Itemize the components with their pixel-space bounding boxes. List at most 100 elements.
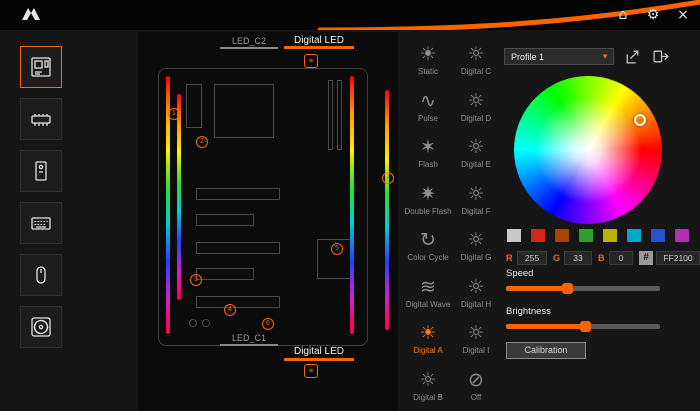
led-zone-marker[interactable]: 3	[190, 274, 202, 286]
red-label: R	[506, 253, 514, 263]
mode-digital-d[interactable]: ☼Digital D	[452, 83, 500, 130]
digital-led-top-connector-icon[interactable]: ✳	[304, 54, 318, 68]
brightness-slider-handle[interactable]	[580, 321, 591, 332]
mode-digital-b[interactable]: ☼Digital B	[404, 362, 452, 409]
brightness-slider-track[interactable]	[506, 324, 660, 329]
brightness-slider[interactable]	[506, 321, 660, 332]
pcie-slot	[196, 214, 254, 226]
board-dot	[202, 319, 210, 327]
brightness-slider-fill	[506, 324, 586, 329]
mode-off[interactable]: ⊘Off	[452, 362, 500, 409]
color-swatch[interactable]	[578, 228, 594, 243]
led-c2-underline	[220, 47, 278, 49]
mode-digital-e[interactable]: ☼Digital E	[452, 129, 500, 176]
digital-led-top-underline	[284, 46, 354, 49]
color-swatch[interactable]	[602, 228, 618, 243]
digital-led-top-label[interactable]: Digital LED	[286, 35, 352, 46]
led-strip-right-inner	[350, 76, 354, 334]
mode-flash[interactable]: ✶Flash	[404, 129, 452, 176]
device-sidebar	[20, 46, 62, 358]
board-dot	[189, 319, 197, 327]
led-zone-marker[interactable]: 1	[168, 108, 180, 120]
green-value-field[interactable]: 33	[564, 251, 592, 265]
off-mode-icon: ⊘	[468, 368, 484, 392]
mode-digital-wave[interactable]: ≋Digital Wave	[404, 269, 452, 316]
color-control-panel: Profile 1 ▼ R 255	[504, 0, 700, 411]
static-mode-icon: ☀	[419, 42, 436, 66]
sidebar-item-memory[interactable]	[20, 98, 62, 140]
mode-digital-a[interactable]: ☀Digital A	[404, 315, 452, 362]
led-c2-header-label[interactable]: LED_C2	[223, 36, 275, 46]
profile-dropdown[interactable]: Profile 1 ▼	[504, 48, 614, 65]
digital-a-mode-icon: ☀	[419, 321, 436, 345]
mouse-icon	[30, 264, 52, 286]
led-strip-left-inner	[177, 94, 181, 300]
mode-digital-c[interactable]: ☼Digital C	[452, 36, 500, 83]
sidebar-item-cooler[interactable]	[20, 306, 62, 348]
led-zone-marker[interactable]: 5	[331, 243, 343, 255]
color-swatch[interactable]	[554, 228, 570, 243]
speed-slider-handle[interactable]	[562, 283, 573, 294]
hex-value-field[interactable]: FF2100	[656, 251, 700, 265]
keyboard-icon	[30, 212, 52, 234]
brightness-label: Brightness	[506, 306, 551, 317]
color-wheel-selector[interactable]	[634, 114, 646, 126]
export-profile-button[interactable]	[652, 48, 669, 65]
mode-digital-f[interactable]: ☼Digital F	[452, 176, 500, 223]
blue-value-field[interactable]: 0	[609, 251, 633, 265]
digital-wave-mode-icon: ≋	[420, 275, 436, 299]
digital-d-mode-icon: ☼	[467, 89, 484, 113]
mode-pulse[interactable]: ∿Pulse	[404, 83, 452, 130]
led-strip-right-outer	[385, 90, 389, 330]
brand-logo	[20, 5, 42, 28]
led-zone-marker[interactable]: 7	[382, 172, 394, 184]
red-value-field[interactable]: 255	[517, 251, 547, 265]
digital-h-mode-icon: ☼	[467, 275, 484, 299]
speed-label: Speed	[506, 268, 533, 279]
led-zone-marker[interactable]: 6	[262, 318, 274, 330]
mode-static[interactable]: ☀Static	[404, 36, 452, 83]
chevron-down-icon: ▼	[601, 52, 613, 61]
pcie-slot	[196, 242, 280, 254]
calibration-button[interactable]: Calibration	[506, 342, 586, 359]
color-cycle-mode-icon: ↻	[420, 228, 436, 252]
color-swatch[interactable]	[674, 228, 690, 243]
profile-dropdown-value: Profile 1	[505, 52, 601, 62]
color-swatch[interactable]	[650, 228, 666, 243]
digital-led-bottom-label[interactable]: Digital LED	[286, 346, 352, 357]
pc-case-icon	[30, 160, 52, 182]
motherboard-icon	[30, 56, 52, 78]
mode-digital-h[interactable]: ☼Digital H	[452, 269, 500, 316]
mode-color-cycle[interactable]: ↻Color Cycle	[404, 222, 452, 269]
digital-led-bottom-connector-icon[interactable]: ✳	[304, 364, 318, 378]
hex-hash-icon: #	[639, 251, 653, 265]
sidebar-item-motherboard[interactable]	[20, 46, 62, 88]
color-wheel[interactable]	[514, 76, 662, 224]
sidebar-item-mouse[interactable]	[20, 254, 62, 296]
led-zone-marker[interactable]: 2	[196, 136, 208, 148]
mode-digital-g[interactable]: ☼Digital G	[452, 222, 500, 269]
led-zone-marker[interactable]: 4	[224, 304, 236, 316]
color-swatch[interactable]	[530, 228, 546, 243]
rgb-lighting-app: ⌂ ⚙ ×	[0, 0, 700, 411]
rgb-value-row: R 255 G 33 B 0 # FF2100	[506, 251, 700, 265]
import-profile-button[interactable]	[624, 48, 641, 65]
sidebar-item-pc-case[interactable]	[20, 150, 62, 192]
digital-g-mode-icon: ☼	[467, 228, 484, 252]
sidebar-item-keyboard[interactable]	[20, 202, 62, 244]
speed-slider-fill	[506, 286, 568, 291]
preset-color-swatches	[506, 228, 698, 243]
color-swatch[interactable]	[626, 228, 642, 243]
memory-icon	[30, 108, 52, 130]
mode-digital-i[interactable]: ☼Digital I	[452, 315, 500, 362]
led-c1-header-label[interactable]: LED_C1	[223, 333, 275, 343]
fan-icon	[30, 316, 52, 338]
io-slot	[186, 84, 202, 128]
mode-double-flash[interactable]: ✷Double Flash	[404, 176, 452, 223]
pcie-slot	[196, 296, 280, 308]
lighting-mode-grid: ☀Static ☼Digital C ∿Pulse ☼Digital D ✶Fl…	[404, 36, 500, 408]
speed-slider-track[interactable]	[506, 286, 660, 291]
speed-slider[interactable]	[506, 283, 660, 294]
motherboard-preview-panel: LED_C2 Digital LED ✳ 1 2 3 4 5	[138, 32, 398, 411]
color-swatch[interactable]	[506, 228, 522, 243]
